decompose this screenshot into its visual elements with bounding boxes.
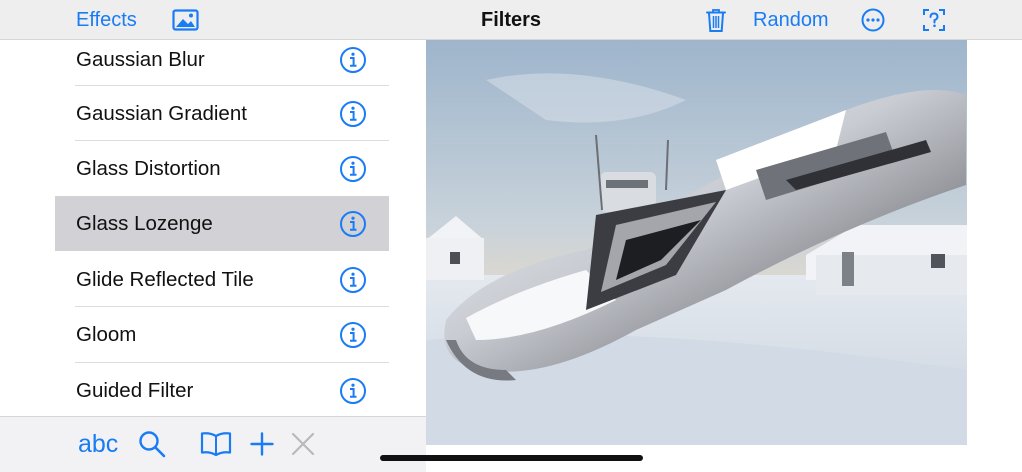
filter-row-glide-reflected-tile[interactable]: Glide Reflected Tile <box>55 252 389 307</box>
filter-list[interactable]: Gaussian Blur Gaussian Gradient Glass Di… <box>55 40 389 416</box>
clear-button[interactable] <box>291 427 315 461</box>
filter-label: Gaussian Gradient <box>76 101 247 125</box>
photo-button[interactable] <box>172 0 199 40</box>
home-indicator <box>380 455 643 461</box>
add-button[interactable] <box>250 427 274 461</box>
navigation-bar: Filters Effects Random <box>0 0 1022 40</box>
filter-row-guided-filter[interactable]: Guided Filter <box>55 363 389 416</box>
filter-row-glass-lozenge[interactable]: Glass Lozenge <box>55 196 389 251</box>
filter-label: Gloom <box>76 322 137 346</box>
search-button[interactable] <box>138 427 166 461</box>
more-button[interactable] <box>861 0 885 40</box>
photo-icon <box>172 9 199 31</box>
bookmarks-button[interactable] <box>200 427 232 461</box>
filter-label: Guided Filter <box>76 378 194 402</box>
info-icon[interactable] <box>339 321 367 349</box>
filter-label: Gaussian Blur <box>76 47 205 71</box>
delete-button[interactable] <box>706 0 726 40</box>
plus-icon <box>250 432 274 456</box>
filter-label: Glass Distortion <box>76 156 221 180</box>
filter-label: Glass Lozenge <box>76 211 213 235</box>
bottom-toolbar: abc <box>0 416 426 472</box>
info-icon[interactable] <box>339 100 367 128</box>
info-icon[interactable] <box>339 377 367 405</box>
filter-preview-image <box>426 40 967 445</box>
help-button[interactable] <box>923 0 945 40</box>
filter-row-gaussian-blur[interactable]: Gaussian Blur <box>55 40 389 87</box>
book-icon <box>200 432 232 457</box>
filter-row-glass-distortion[interactable]: Glass Distortion <box>55 141 389 196</box>
abc-button[interactable]: abc <box>78 427 118 461</box>
filter-row-gloom[interactable]: Gloom <box>55 307 389 362</box>
trash-icon <box>706 8 726 32</box>
filter-label: Glide Reflected Tile <box>76 267 254 291</box>
help-icon <box>923 9 945 31</box>
info-icon[interactable] <box>339 155 367 183</box>
info-icon[interactable] <box>339 46 367 74</box>
search-icon <box>139 431 166 458</box>
random-button[interactable]: Random <box>753 0 829 40</box>
info-icon[interactable] <box>339 210 367 238</box>
close-icon <box>291 432 315 456</box>
effects-button[interactable]: Effects <box>76 0 137 40</box>
filter-row-gaussian-gradient[interactable]: Gaussian Gradient <box>55 86 389 141</box>
preview-photo <box>426 40 967 445</box>
info-icon[interactable] <box>339 266 367 294</box>
ellipsis-circle-icon <box>861 8 885 32</box>
